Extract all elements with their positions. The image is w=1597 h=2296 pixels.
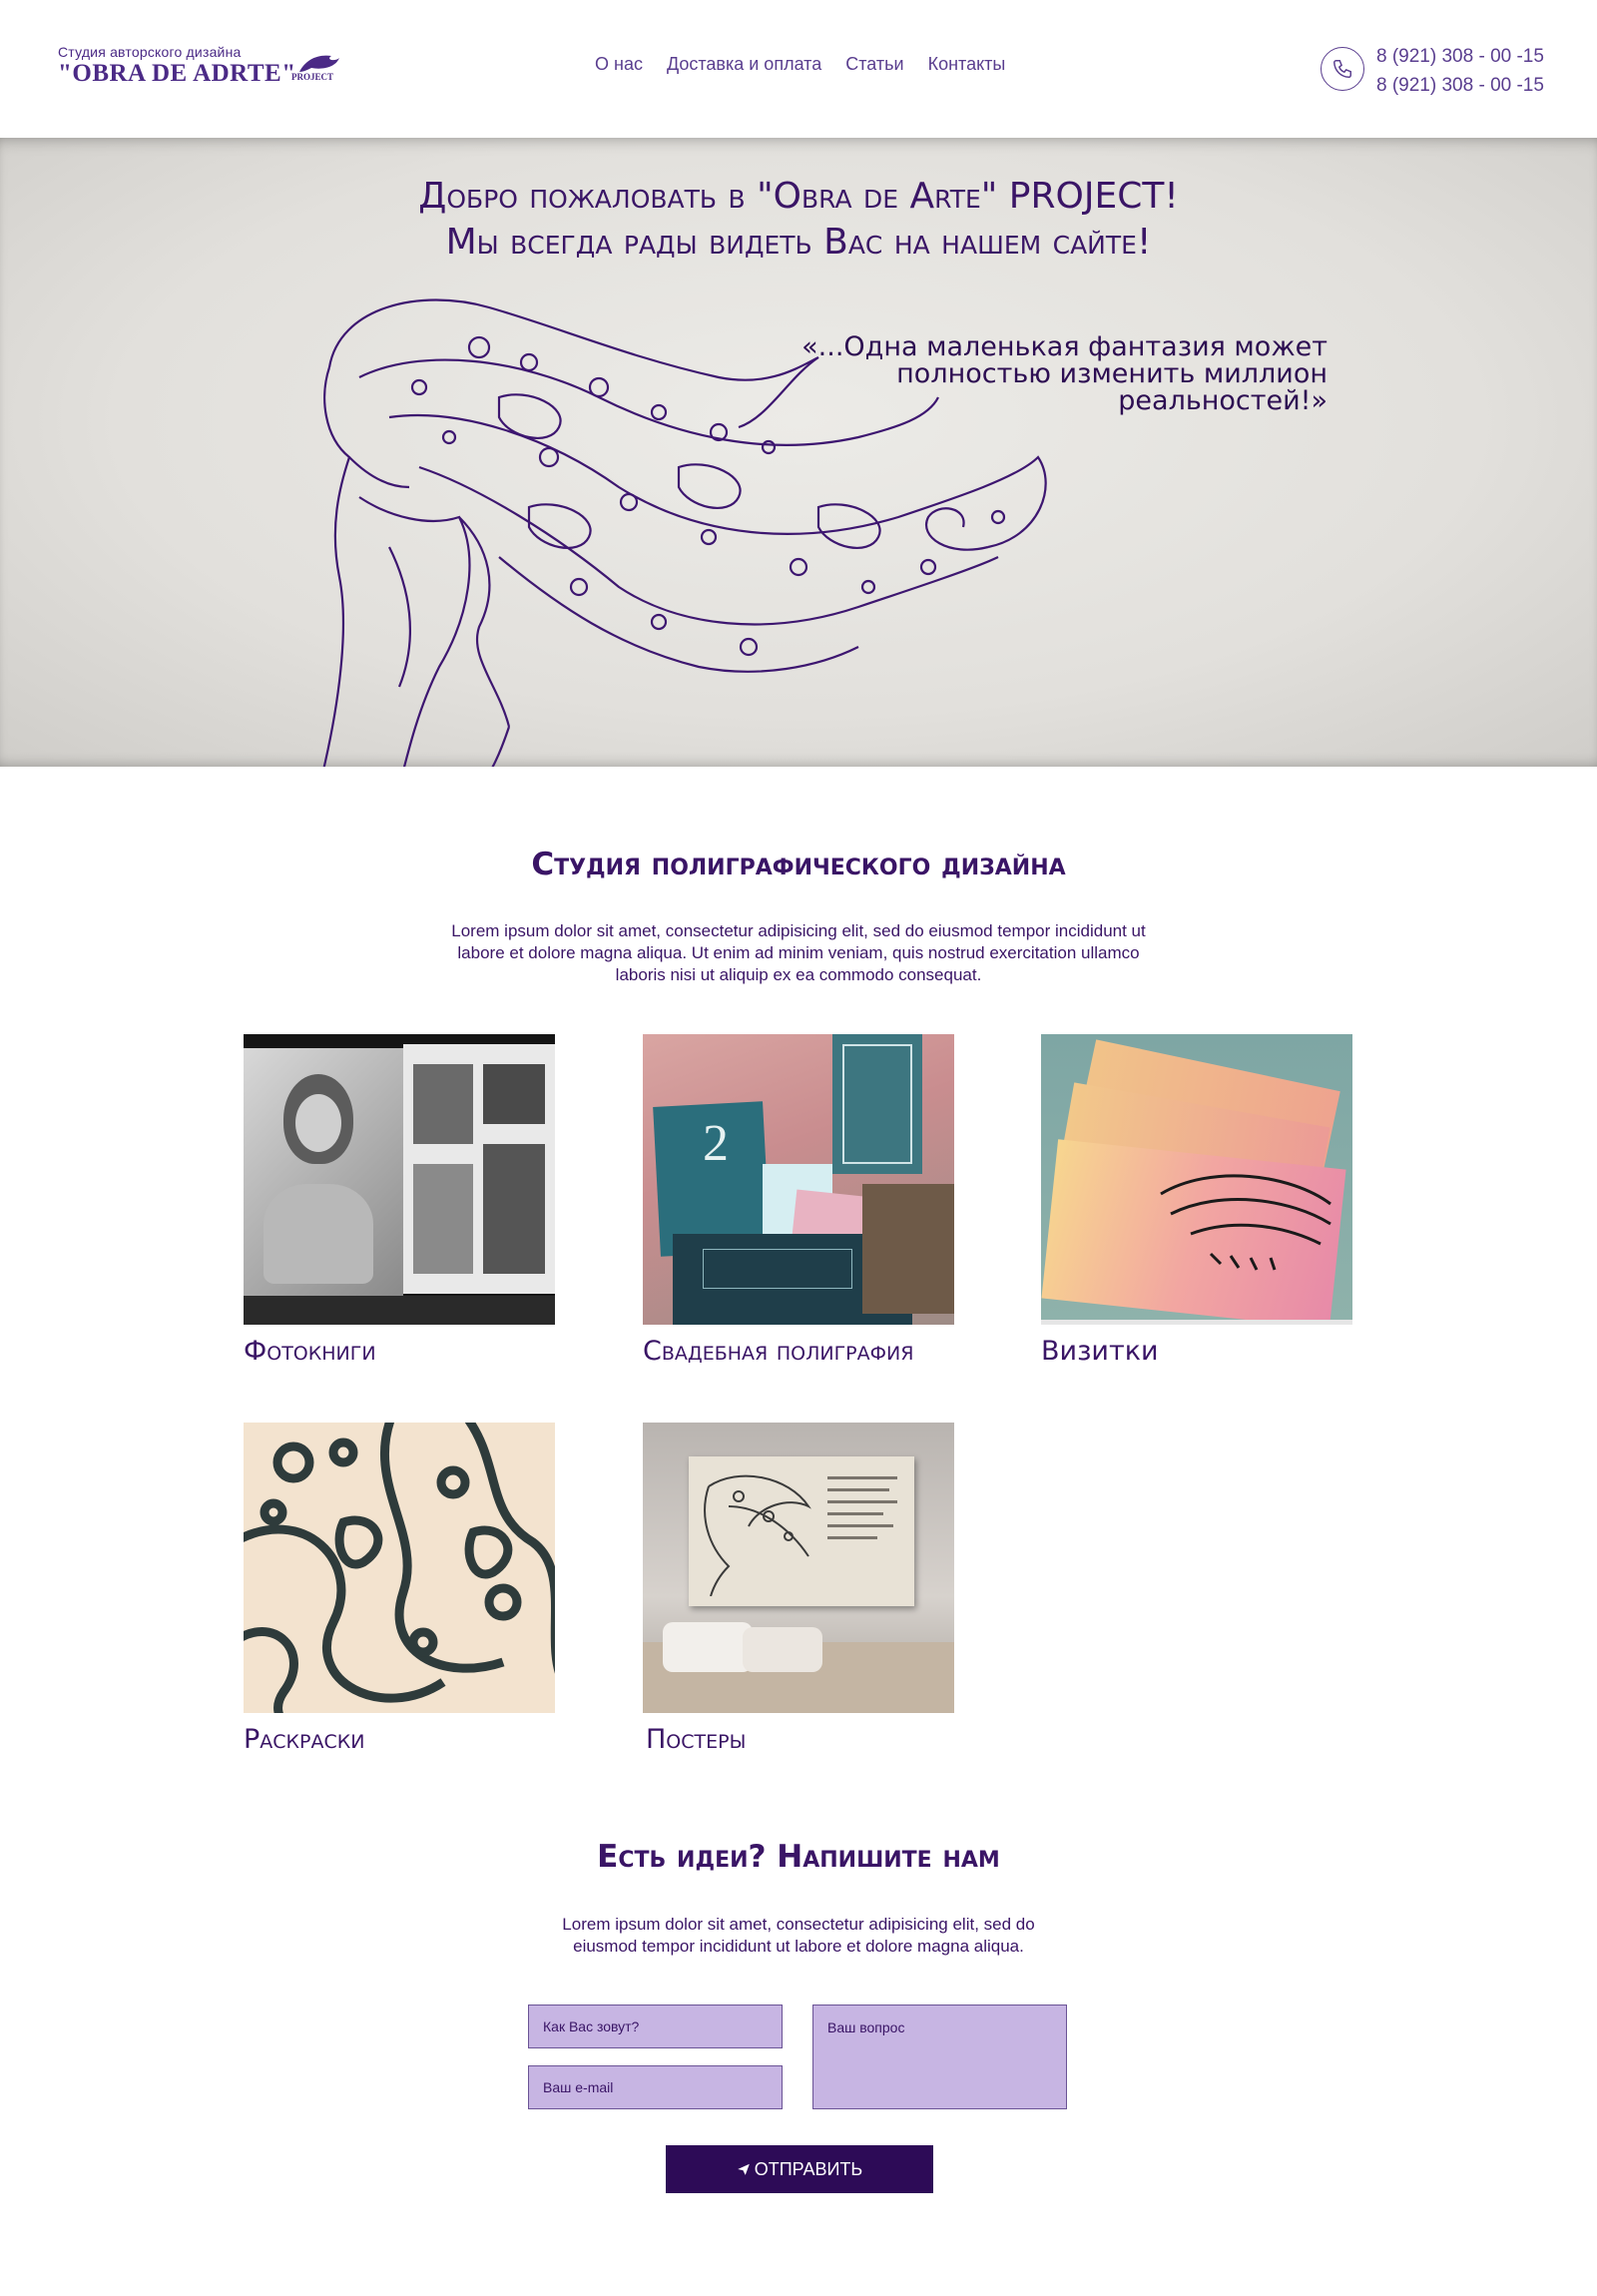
logo-name: "OBRA DE ADRTE" [58,60,296,87]
nav-about[interactable]: О нас [595,54,643,75]
service-card-business-cards[interactable]: Визитки [1041,1034,1352,1367]
wedding-printing-image[interactable]: 2 [643,1034,954,1325]
paper-plane-icon [737,2163,750,2175]
phone-icon[interactable] [1321,47,1364,91]
posters-label[interactable]: Постеры [646,1724,746,1755]
service-card-wedding[interactable]: 2 Свадебная полиграфия [643,1034,954,1367]
wedding-printing-label[interactable]: Свадебная полиграфия [643,1336,913,1367]
contact-section-text: Lorem ipsum dolor sit amet, consectetur … [562,1915,1035,1956]
phone-numbers: 8 (921) 308 - 00 -15 8 (921) 308 - 00 -1… [1376,42,1544,100]
logo-tagline: Студия авторского дизайна [58,44,242,60]
submit-button-label: ОТПРАВИТЬ [754,2158,863,2179]
studio-section-text: Lorem ipsum dolor sit amet, consectetur … [451,921,1146,984]
logo-suffix: PROJECT [291,72,334,82]
question-textarea[interactable]: Ваш вопрос [812,2005,1067,2109]
hero-title: Добро пожаловать в "Obra de Arte" PROJEC… [0,174,1597,266]
hero-quote-line-3: реальностей!» [1118,385,1328,416]
site-header: Студия авторского дизайна "OBRA DE ADRTE… [0,0,1597,138]
business-cards-image[interactable] [1041,1034,1352,1325]
submit-button[interactable]: ОТПРАВИТЬ [666,2145,933,2193]
posters-image[interactable] [643,1423,954,1713]
service-card-coloring[interactable]: Раскраски [244,1423,555,1755]
service-card-photobooks[interactable]: Фотокниги [244,1034,555,1367]
logo[interactable]: Студия авторского дизайна "OBRA DE ADRTE… [58,44,347,92]
nav-articles[interactable]: Статьи [845,54,903,75]
nav-delivery[interactable]: Доставка и оплата [667,54,821,75]
nav-contacts[interactable]: Контакты [928,54,1006,75]
hero-title-line-1: Добро пожаловать в "Obra de Arte" PROJEC… [418,176,1179,217]
photobooks-label[interactable]: Фотокниги [244,1336,376,1367]
coloring-pages-label[interactable]: Раскраски [244,1724,364,1755]
service-card-posters[interactable]: Постеры [643,1423,954,1755]
contact-section-title: Есть идеи? Напишите нам [597,1839,1000,1875]
name-input[interactable]: Как Вас зовут? [528,2005,783,2048]
hero-banner: Добро пожаловать в "Obra de Arte" PROJEC… [0,138,1597,767]
hero-quote-line-1: «...Одна маленькая фантазия может [801,331,1328,362]
phone-number-2[interactable]: 8 (921) 308 - 00 -15 [1376,71,1544,100]
business-cards-label[interactable]: Визитки [1041,1336,1159,1367]
phone-number-1[interactable]: 8 (921) 308 - 00 -15 [1376,42,1544,71]
email-input[interactable]: Ваш e-mail [528,2065,783,2109]
photobooks-image[interactable] [244,1034,555,1325]
hero-quote: «...Одна маленькая фантазия может полнос… [789,333,1328,414]
hero-title-line-2: Мы всегда рады видеть Вас на нашем сайте… [445,222,1152,263]
coloring-pages-image[interactable] [244,1423,555,1713]
main-nav: О нас Доставка и оплата Статьи Контакты [595,54,1005,75]
hero-quote-line-2: полностью изменить миллион [896,358,1328,389]
studio-section-title: Студия полиграфического дизайна [531,847,1066,882]
